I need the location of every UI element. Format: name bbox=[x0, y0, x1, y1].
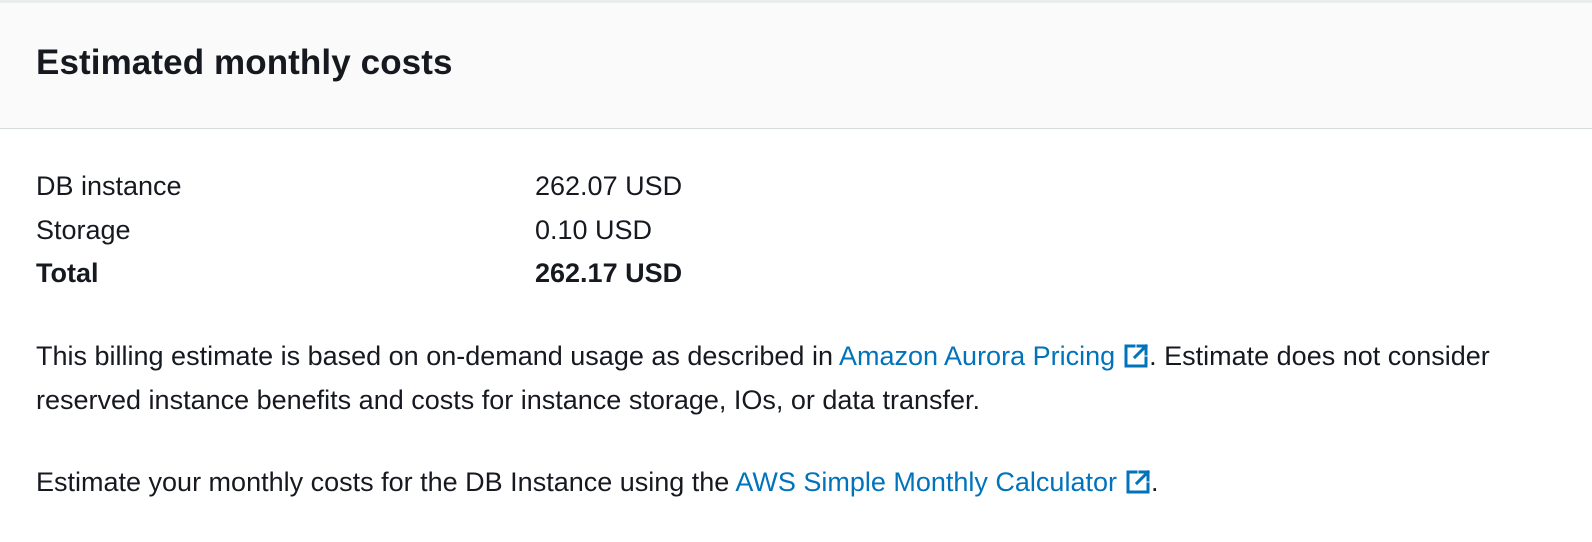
calculator-note: Estimate your monthly costs for the DB I… bbox=[36, 461, 1506, 505]
external-link-icon bbox=[1125, 469, 1151, 495]
amazon-aurora-pricing-link-text: Amazon Aurora Pricing bbox=[838, 341, 1116, 371]
cost-value-storage: 0.10 USD bbox=[535, 214, 653, 245]
billing-estimate-note: This billing estimate is based on on-dem… bbox=[36, 335, 1506, 422]
cost-label-db-instance: DB instance bbox=[36, 171, 182, 201]
cost-value-db-instance: 262.07 USD bbox=[535, 171, 683, 201]
billing-note-text-before: This billing estimate is based on on-dem… bbox=[36, 341, 839, 371]
cost-row-db-instance: DB instance 262.07 USD bbox=[36, 165, 1036, 209]
cost-label-total: Total bbox=[36, 258, 99, 288]
panel-title: Estimated monthly costs bbox=[36, 43, 453, 82]
cost-label-storage: Storage bbox=[36, 214, 131, 245]
external-link-icon bbox=[1123, 343, 1149, 369]
amazon-aurora-pricing-link[interactable]: Amazon Aurora Pricing bbox=[839, 341, 1149, 371]
calculator-note-text-after: . bbox=[1150, 467, 1159, 497]
estimated-costs-panel: Estimated monthly costs DB instance 262.… bbox=[0, 0, 1592, 542]
panel-header: Estimated monthly costs bbox=[0, 3, 1592, 129]
aws-simple-monthly-calculator-link-text: AWS Simple Monthly Calculator bbox=[735, 467, 1117, 497]
cost-value-total: 262.17 USD bbox=[535, 258, 683, 288]
cost-row-storage: Storage 0.10 USD bbox=[36, 209, 1036, 253]
cost-row-total: Total 262.17 USD bbox=[36, 252, 1036, 296]
calculator-note-text-before: Estimate your monthly costs for the DB I… bbox=[36, 467, 736, 497]
cost-table: DB instance 262.07 USD Storage 0.10 USD … bbox=[36, 165, 1036, 296]
aws-simple-monthly-calculator-link[interactable]: AWS Simple Monthly Calculator bbox=[735, 467, 1151, 497]
